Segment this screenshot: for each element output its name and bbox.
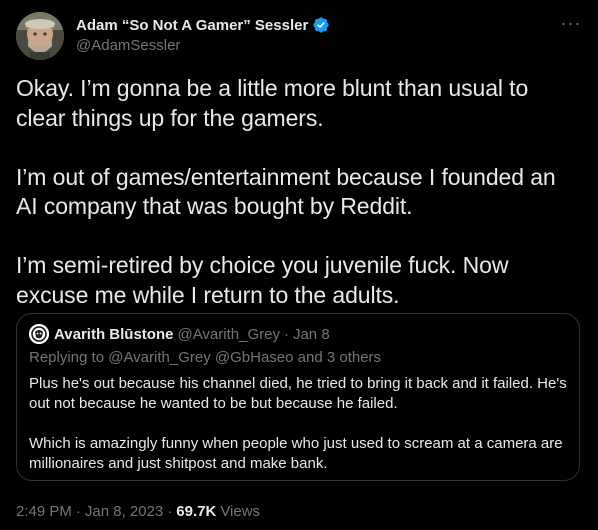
author-avatar[interactable] xyxy=(16,12,64,60)
quoted-tweet-header: Avarith Blūstone @Avarith_Grey · Jan 8 xyxy=(29,324,330,344)
author-display-name[interactable]: Adam “So Not A Gamer” Sessler xyxy=(76,17,308,34)
tweet-paragraph: Okay. I’m gonna be a little more blunt t… xyxy=(16,75,529,131)
tweet-time[interactable]: 2:49 PM xyxy=(16,503,72,520)
replying-to-others[interactable]: and 3 others xyxy=(298,349,381,366)
display-name-row: Adam “So Not A Gamer” Sessler xyxy=(76,15,330,35)
author-names: Adam “So Not A Gamer” Sessler @AdamSessl… xyxy=(76,15,330,54)
verified-badge-icon[interactable] xyxy=(312,16,330,34)
quoted-display-name[interactable]: Avarith Blūstone xyxy=(54,326,173,343)
quoted-paragraph: Plus he's out because his channel died, … xyxy=(29,375,567,412)
views-count[interactable]: 69.7K xyxy=(176,503,216,520)
quoted-tweet[interactable]: Avarith Blūstone @Avarith_Grey · Jan 8 R… xyxy=(16,313,580,481)
quoted-handle[interactable]: @Avarith_Grey xyxy=(177,326,280,343)
replying-to-label: Replying to xyxy=(29,349,105,366)
quoted-author-avatar[interactable] xyxy=(29,324,49,344)
tweet-card: Adam “So Not A Gamer” Sessler @AdamSessl… xyxy=(0,0,598,530)
replying-to: Replying to @Avarith_Grey @GbHaseo and 3… xyxy=(29,349,381,366)
tweet-header: Adam “So Not A Gamer” Sessler @AdamSessl… xyxy=(16,12,582,60)
avatar-photo-icon xyxy=(16,12,64,60)
tweet-text: Okay. I’m gonna be a little more blunt t… xyxy=(16,74,582,310)
tweet-paragraph: I’m out of games/entertainment because I… xyxy=(16,163,556,220)
separator-dot: · xyxy=(283,325,289,343)
tweet-meta: 2:49 PM · Jan 8, 2023 · 69.7K Views xyxy=(16,503,260,520)
views-label: Views xyxy=(220,503,261,520)
author-handle[interactable]: @AdamSessler xyxy=(76,37,330,54)
more-options-icon[interactable]: ··· xyxy=(560,14,582,34)
replying-to-mentions[interactable]: @Avarith_Grey @GbHaseo xyxy=(108,349,293,366)
tweet-paragraph: I’m semi-retired by choice you juvenile … xyxy=(16,252,509,308)
quoted-paragraph: Which is amazingly funny when people who… xyxy=(29,435,563,472)
quoted-avatar-icon xyxy=(29,324,49,344)
separator-dot: · xyxy=(167,503,173,520)
quoted-date[interactable]: Jan 8 xyxy=(293,326,330,343)
separator-dot: · xyxy=(75,503,81,520)
tweet-date[interactable]: Jan 8, 2023 xyxy=(85,503,163,520)
quoted-tweet-text: Plus he's out because his channel died, … xyxy=(29,374,569,474)
